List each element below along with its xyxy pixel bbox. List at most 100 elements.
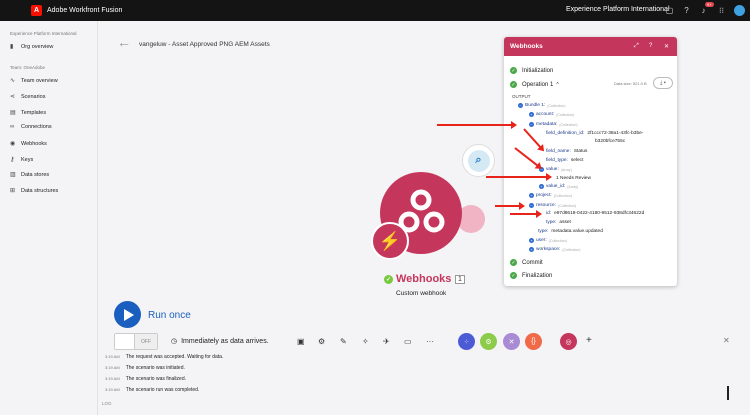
tools-module-icon[interactable]: ⚙	[480, 333, 497, 350]
play-icon	[124, 308, 134, 321]
expand-icon: +	[529, 247, 534, 252]
step-operation[interactable]: ✓ Operation 1 ^	[510, 81, 559, 88]
sidebar-item-org-overview[interactable]: ▮ Org overview	[10, 43, 53, 51]
run-once-label[interactable]: Run once	[148, 310, 191, 321]
tree-project[interactable]: + project: (Collection)	[529, 193, 572, 198]
run-once-button[interactable]	[114, 301, 141, 328]
tree-resource[interactable]: − resource: (Collection)	[529, 203, 576, 208]
database-icon: ▥	[10, 172, 16, 178]
tree-user[interactable]: + user: (Collection)	[529, 238, 567, 243]
data-size: Data size: 521.0 B	[614, 81, 647, 86]
scenario-title[interactable]: vangeluw - Asset Approved PNG AEM Assets	[139, 41, 270, 48]
sidebar-item-data-structures[interactable]: ⊞ Data structures	[10, 187, 58, 195]
sidebar-item-webhooks[interactable]: ◉ Webhooks	[10, 140, 47, 148]
sidebar-item-templates[interactable]: ▤ Templates	[10, 109, 46, 117]
toggle-knob	[115, 334, 135, 349]
step-finalization: ✓ Finalization	[510, 272, 553, 279]
download-button[interactable]: ⤓ ▾	[653, 77, 673, 89]
expand-icon[interactable]: ⤢	[634, 43, 639, 50]
explain-flow-icon[interactable]: ✈	[383, 337, 390, 346]
tree-value[interactable]: − value: (Array)	[539, 167, 572, 172]
collapse-icon: −	[529, 122, 534, 127]
tree-event-type: type: metadata.value.updated	[538, 229, 603, 234]
tree-value-id[interactable]: + value_id: (Array)	[539, 184, 578, 189]
tree-workspace[interactable]: + workspace: (Collection)	[529, 247, 580, 252]
collapse-icon: −	[529, 203, 534, 208]
module-operation-count[interactable]: 1	[455, 275, 465, 284]
app-title: Adobe Workfront Fusion	[47, 7, 123, 14]
step-commit: ✓ Commit	[510, 259, 543, 266]
clock-icon: ◷	[171, 338, 178, 345]
success-check-icon: ✓	[384, 274, 393, 284]
tree-field-name: field_name: Status	[546, 149, 588, 154]
search-icon: ⌕	[467, 149, 490, 172]
template-icon: ▤	[10, 110, 16, 116]
log-entry: 3:19 AM The scenario was initiated.	[105, 365, 185, 371]
help-icon[interactable]: ?	[649, 43, 652, 49]
avatar[interactable]	[734, 5, 745, 16]
tree-field-definition-id: field_definition_id: 2f1ccc72-38a1-43fc-…	[546, 131, 644, 136]
tree-account[interactable]: + account: (Collection)	[529, 112, 574, 117]
log-label: LOG	[102, 401, 112, 406]
apps-grid-icon[interactable]: ⁝⁝	[716, 5, 727, 16]
globe-icon: ◉	[10, 141, 16, 147]
adobe-logo: A	[31, 5, 42, 16]
check-icon: ✓	[510, 272, 517, 279]
more-icon[interactable]: ···	[426, 337, 434, 346]
expand-icon: +	[539, 184, 544, 189]
sidebar-item-data-stores[interactable]: ▥ Data stores	[10, 171, 49, 179]
sidebar-item-scenarios[interactable]: ⋖ Scenarios	[10, 93, 45, 101]
org-switcher[interactable]: Experience Platform International	[566, 6, 670, 13]
tree-metadata[interactable]: − metadata: (Collection)	[529, 122, 578, 127]
instant-trigger-icon: ⚡	[371, 222, 409, 260]
settings-icon[interactable]: ⚙	[318, 337, 325, 346]
sidebar: Experience Platform International ▮ Org …	[0, 21, 98, 415]
panel-header: Webhooks ⤢ ? ✕	[504, 37, 677, 56]
sidebar-item-keys[interactable]: ⚷ Keys	[10, 156, 33, 164]
tree-value-item: 1 Needs Review	[556, 176, 591, 181]
notification-badge: 9+	[705, 2, 714, 7]
close-icon[interactable]: ✕	[664, 43, 669, 50]
tree-resource-id: id: e97d8618-0422-4180-9512-938dfc34622d	[546, 211, 645, 216]
log-scrollbar[interactable]	[727, 386, 729, 400]
search-bubble[interactable]: ⌕	[462, 144, 495, 177]
save-icon[interactable]: ▣	[297, 337, 305, 346]
flow-control-icon[interactable]: ⁘	[458, 333, 475, 350]
help-icon[interactable]: ?	[681, 5, 692, 16]
check-icon: ✓	[510, 67, 517, 74]
bars-icon: ▮	[10, 44, 14, 50]
module-subtitle: Custom webhook	[396, 290, 447, 297]
org-section-label: Experience Platform International	[10, 31, 77, 36]
top-bar: A Adobe Workfront Fusion Experience Plat…	[0, 0, 750, 21]
schedule-setting[interactable]: ◷ Immediately as data arrives.	[171, 337, 269, 346]
json-icon[interactable]: {}	[525, 333, 542, 350]
tree-resource-type: type: asset	[546, 220, 571, 225]
collapse-icon: −	[518, 103, 523, 108]
chart-icon: ∿	[10, 78, 16, 84]
webhook-module-icon[interactable]: ◎	[560, 333, 577, 350]
log-entry: 3:19 AM The scenario run was completed.	[105, 387, 200, 393]
chat-icon[interactable]: ▢	[664, 5, 675, 16]
add-module-icon[interactable]: +	[586, 335, 592, 346]
tree-field-definition-id-cont: b320bfce755c	[595, 139, 626, 144]
toggle-state: OFF	[135, 334, 157, 349]
chevron-up-icon[interactable]: ^	[556, 82, 558, 88]
tools-icon[interactable]: ▭	[404, 337, 412, 346]
link-icon: ∞	[10, 124, 15, 130]
expand-icon: +	[529, 238, 534, 243]
check-icon: ✓	[510, 81, 517, 88]
auto-align-icon[interactable]: ✧	[362, 337, 369, 346]
scheduling-toggle[interactable]: OFF	[114, 333, 158, 350]
log-entry: 3:19 AM The scenario was finalized.	[105, 376, 186, 382]
sidebar-item-team-overview[interactable]: ∿ Team overview	[10, 77, 58, 85]
step-initialization: ✓ Initialization	[510, 67, 554, 74]
close-icon[interactable]: ✕	[723, 336, 730, 345]
notes-icon[interactable]: ✎	[340, 337, 347, 346]
annotation-arrow	[437, 121, 517, 129]
output-label: OUTPUT	[512, 94, 531, 99]
annotation-arrow	[486, 173, 552, 181]
tree-bundle[interactable]: − Bundle 1: (Collection)	[518, 103, 565, 108]
text-parser-icon[interactable]: ✕	[503, 333, 520, 350]
sidebar-item-connections[interactable]: ∞ Connections	[10, 124, 52, 130]
back-arrow-icon[interactable]: ←	[117, 34, 131, 50]
